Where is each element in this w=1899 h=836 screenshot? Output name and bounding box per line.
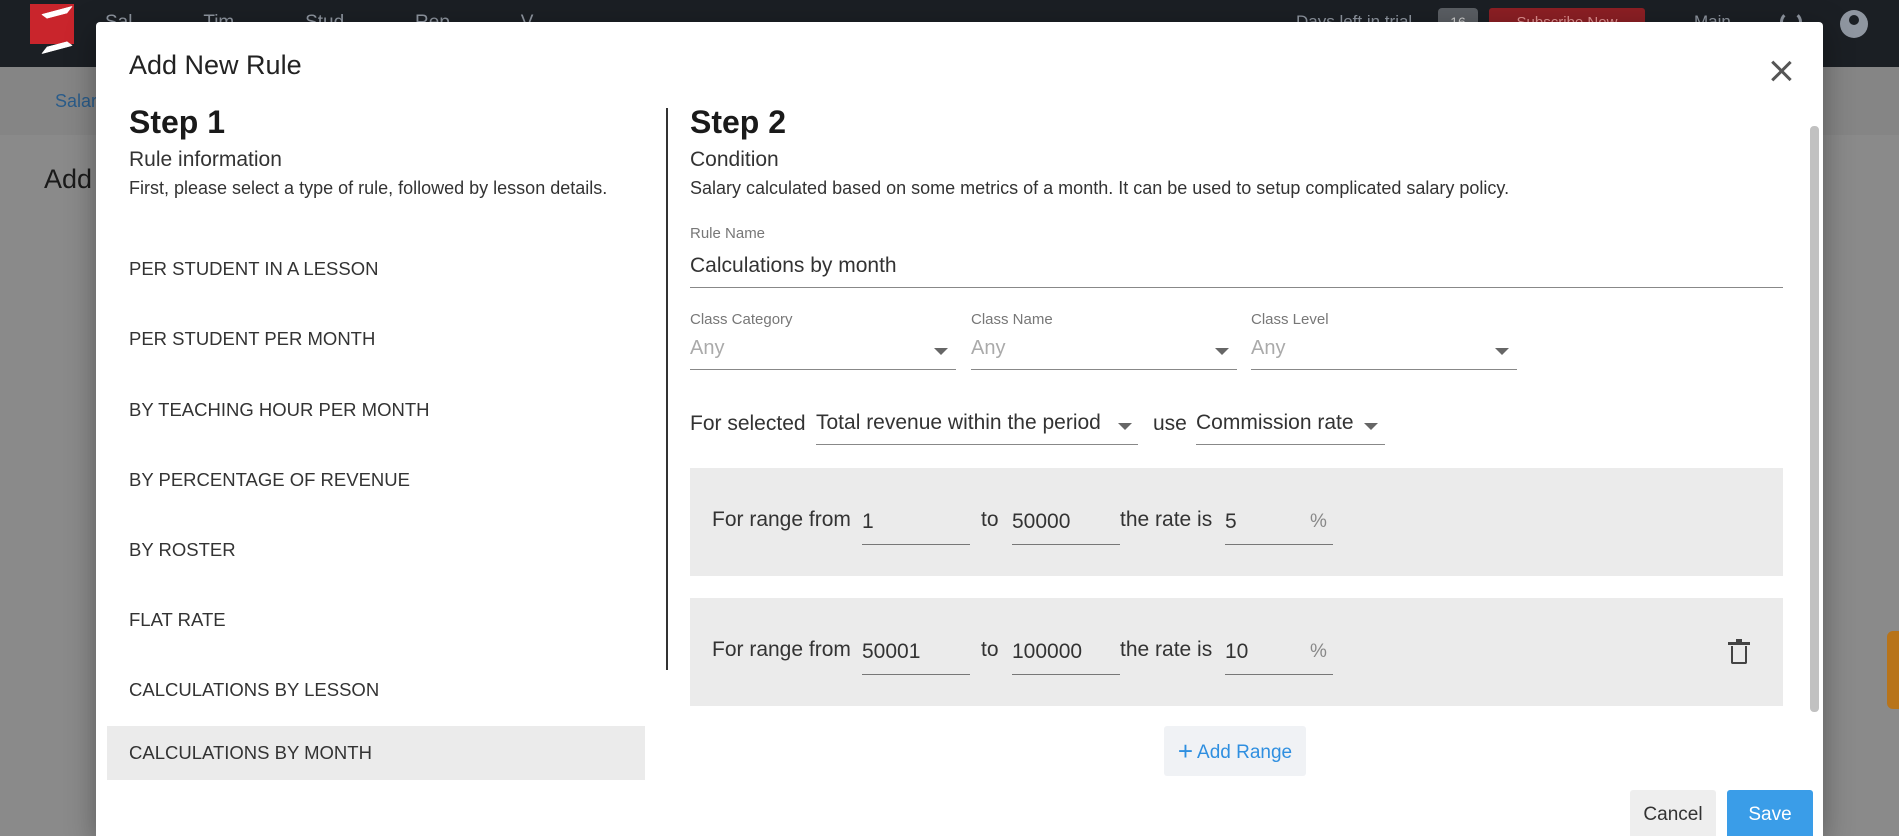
add-range-label: Add Range — [1197, 742, 1293, 763]
side-feedback-tab[interactable] — [1887, 631, 1899, 709]
percent-symbol: % — [1310, 511, 1327, 532]
class-name-label: Class Name — [971, 311, 1053, 328]
page-title: Add — [44, 164, 93, 194]
class-category-underline — [690, 369, 956, 370]
chevron-down-icon[interactable] — [1215, 348, 1229, 355]
range-from-label: For range from — [712, 508, 851, 531]
add-rule-modal: Add New Rule Step 1 Rule information Fir… — [96, 22, 1823, 836]
class-name-select[interactable]: Any — [971, 337, 1005, 360]
modal-title: Add New Rule — [129, 50, 302, 80]
step1-description: First, please select a type of rule, fol… — [129, 178, 608, 198]
rule-type-per-student-per-month[interactable]: PER STUDENT PER MONTH — [107, 312, 645, 366]
rate-type-select[interactable]: Commission rate — [1196, 411, 1354, 435]
save-button[interactable]: Save — [1727, 790, 1813, 836]
class-level-select[interactable]: Any — [1251, 337, 1285, 360]
rate-underline — [1225, 674, 1333, 675]
modal-scrollbar[interactable] — [1810, 126, 1819, 712]
range-from-input[interactable]: 50001 — [862, 640, 920, 664]
class-category-label: Class Category — [690, 311, 793, 328]
range-to-label: to — [981, 638, 999, 661]
chevron-down-icon[interactable] — [1364, 423, 1378, 430]
step2-subtitle: Condition — [690, 148, 779, 171]
rate-type-underline — [1196, 444, 1385, 445]
rule-type-by-percentage-revenue[interactable]: BY PERCENTAGE OF REVENUE — [107, 453, 645, 507]
rule-name-input[interactable]: Calculations by month — [690, 254, 897, 278]
range-from-underline — [862, 674, 970, 675]
rule-type-flat-rate[interactable]: FLAT RATE — [107, 593, 645, 647]
class-level-underline — [1251, 369, 1517, 370]
plus-icon: + — [1177, 736, 1194, 766]
class-level-label: Class Level — [1251, 311, 1329, 328]
use-label: use — [1153, 412, 1187, 435]
rule-type-per-student-in-lesson[interactable]: PER STUDENT IN A LESSON — [107, 242, 645, 296]
rate-underline — [1225, 544, 1333, 545]
rate-is-label: the rate is — [1120, 508, 1213, 531]
breadcrumb-link[interactable]: Salar — [55, 91, 97, 112]
rule-type-calculations-by-month[interactable]: CALCULATIONS BY MONTH — [107, 726, 645, 780]
cancel-button[interactable]: Cancel — [1630, 790, 1716, 836]
range-from-input[interactable]: 1 — [862, 510, 874, 534]
app-logo[interactable] — [30, 4, 74, 44]
range-from-underline — [862, 544, 970, 545]
rule-type-calculations-by-lesson[interactable]: CALCULATIONS BY LESSON — [107, 663, 645, 717]
metric-select[interactable]: Total revenue within the period — [816, 411, 1101, 435]
rule-name-label: Rule Name — [690, 225, 766, 242]
range-row-2: For range from 50001 to 100000 the rate … — [690, 598, 1783, 706]
rate-input[interactable]: 5 — [1225, 510, 1237, 534]
rate-input[interactable]: 10 — [1225, 640, 1248, 664]
chevron-down-icon[interactable] — [1495, 348, 1509, 355]
step1-subtitle: Rule information — [129, 148, 282, 171]
class-category-select[interactable]: Any — [690, 337, 724, 360]
user-account-icon[interactable] — [1840, 10, 1868, 38]
step2-title: Step 2 — [690, 104, 787, 140]
percent-symbol: % — [1310, 641, 1327, 662]
step1-title: Step 1 — [129, 104, 226, 140]
rule-type-by-roster[interactable]: BY ROSTER — [107, 523, 645, 577]
step2-description: Salary calculated based on some metrics … — [690, 178, 1510, 198]
metric-underline — [816, 444, 1138, 445]
rule-name-underline — [690, 287, 1783, 288]
class-name-underline — [971, 369, 1237, 370]
add-range-button[interactable]: + Add Range — [1164, 726, 1306, 776]
range-to-input[interactable]: 100000 — [1012, 640, 1082, 664]
for-selected-label: For selected — [690, 412, 806, 435]
chevron-down-icon[interactable] — [1118, 423, 1132, 430]
range-row-1: For range from 1 to 50000 the rate is 5 … — [690, 468, 1783, 576]
chevron-down-icon[interactable] — [934, 348, 948, 355]
step-divider — [666, 108, 668, 670]
rule-type-by-teaching-hour[interactable]: BY TEACHING HOUR PER MONTH — [107, 383, 645, 437]
close-icon[interactable] — [1768, 58, 1794, 84]
delete-range-icon[interactable] — [1728, 639, 1750, 664]
range-to-underline — [1012, 544, 1120, 545]
rate-is-label: the rate is — [1120, 638, 1213, 661]
range-to-label: to — [981, 508, 999, 531]
range-to-underline — [1012, 674, 1120, 675]
range-from-label: For range from — [712, 638, 851, 661]
range-to-input[interactable]: 50000 — [1012, 510, 1070, 534]
